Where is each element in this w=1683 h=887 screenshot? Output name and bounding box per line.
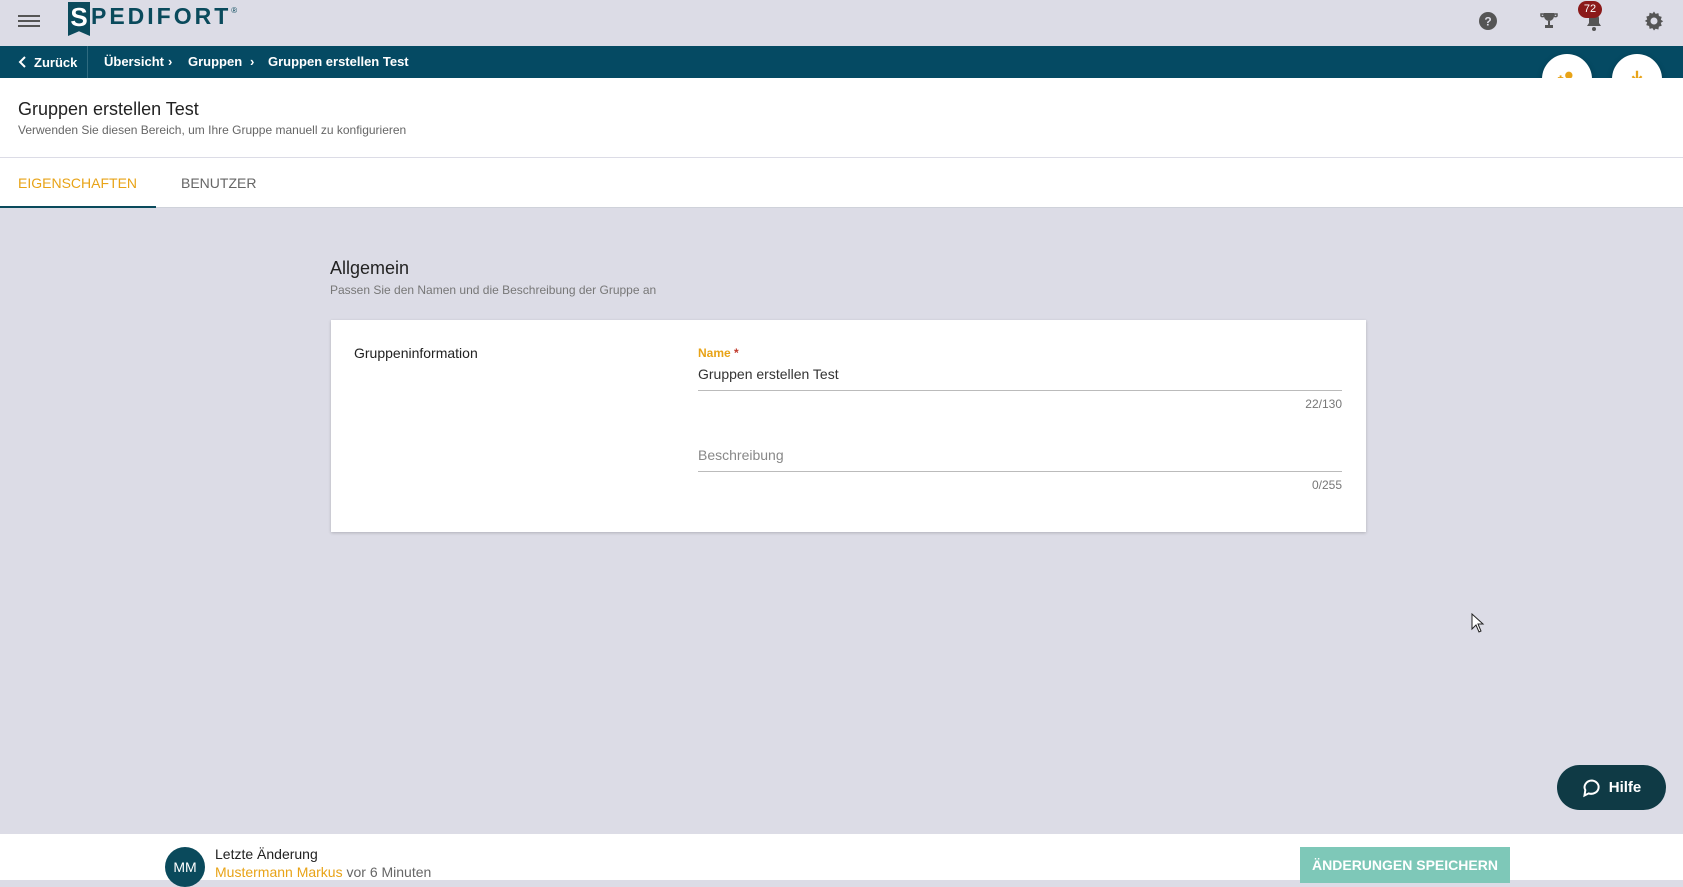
description-field: 0/255 — [698, 441, 1342, 492]
name-label-text: Name — [698, 346, 731, 360]
last-change-label: Letzte Änderung — [215, 846, 318, 862]
description-counter: 0/255 — [1311, 478, 1342, 492]
save-changes-button[interactable]: ÄNDERUNGEN SPEICHERN — [1300, 847, 1510, 883]
footer-bar: MM Letzte Änderung Mustermann Markus vor… — [0, 834, 1683, 887]
description-input[interactable] — [698, 441, 1342, 472]
svg-text:?: ? — [1484, 15, 1491, 29]
section-title: Allgemein — [330, 258, 410, 278]
breadcrumb: Zurück Übersicht › Gruppen › Gruppen ers… — [0, 46, 1683, 78]
last-change-time: vor 6 Minuten — [346, 864, 432, 880]
avatar[interactable]: MM — [165, 847, 205, 887]
breadcrumb-separator: › — [250, 54, 255, 69]
required-marker: * — [734, 346, 739, 360]
group-info-card: Gruppeninformation Name * 22/130 0/255 — [331, 320, 1366, 532]
tab-bar: EIGENSCHAFTEN BENUTZER — [0, 158, 1683, 208]
help-label: Hilfe — [1608, 779, 1642, 796]
logo-mark: S — [68, 2, 90, 36]
mouse-cursor-icon — [1471, 612, 1485, 638]
page-header: Gruppen erstellen Test Verwenden Sie die… — [0, 78, 1683, 158]
help-circle-icon[interactable]: ? — [1476, 9, 1500, 33]
breadcrumb-item-overview[interactable]: Übersicht — [104, 46, 164, 78]
card-label: Gruppeninformation — [354, 345, 478, 361]
chat-icon — [1582, 778, 1600, 797]
help-button[interactable]: Hilfe — [1557, 765, 1666, 810]
tab-eigenschaften[interactable]: EIGENSCHAFTEN — [0, 158, 156, 208]
section-subtitle: Passen Sie den Namen und die Beschreibun… — [330, 283, 657, 297]
logo-text: PEDIFORT — [91, 3, 232, 29]
back-button[interactable]: Zurück — [18, 46, 77, 78]
breadcrumb-divider — [87, 46, 88, 78]
page-subtitle: Verwenden Sie diesen Bereich, um Ihre Gr… — [18, 123, 407, 137]
name-field: Name * 22/130 — [698, 346, 1342, 411]
page-title: Gruppen erstellen Test — [18, 99, 199, 119]
name-field-label: Name * — [698, 346, 1342, 360]
breadcrumb-item-current: Gruppen erstellen Test — [268, 54, 409, 69]
chevron-left-icon — [18, 56, 26, 68]
gear-icon[interactable] — [1642, 9, 1666, 33]
last-change-user[interactable]: Mustermann Markus — [215, 864, 343, 880]
last-change-info: Mustermann Markus vor 6 Minuten — [215, 864, 431, 880]
notification-badge: 72 — [1578, 1, 1602, 18]
menu-icon[interactable] — [18, 10, 40, 32]
tab-benutzer[interactable]: BENUTZER — [181, 158, 256, 208]
top-bar: S PEDIFORT ® ? 72 — [0, 0, 1683, 46]
logo[interactable]: S PEDIFORT ® — [68, 2, 237, 36]
name-counter: 22/130 — [1305, 397, 1342, 411]
name-input[interactable] — [698, 360, 1342, 391]
breadcrumb-separator: › — [168, 54, 173, 69]
breadcrumb-item-groups[interactable]: Gruppen — [188, 46, 242, 78]
logo-registered-mark: ® — [231, 6, 238, 15]
back-label: Zurück — [34, 54, 78, 70]
trophy-icon[interactable] — [1537, 9, 1561, 33]
